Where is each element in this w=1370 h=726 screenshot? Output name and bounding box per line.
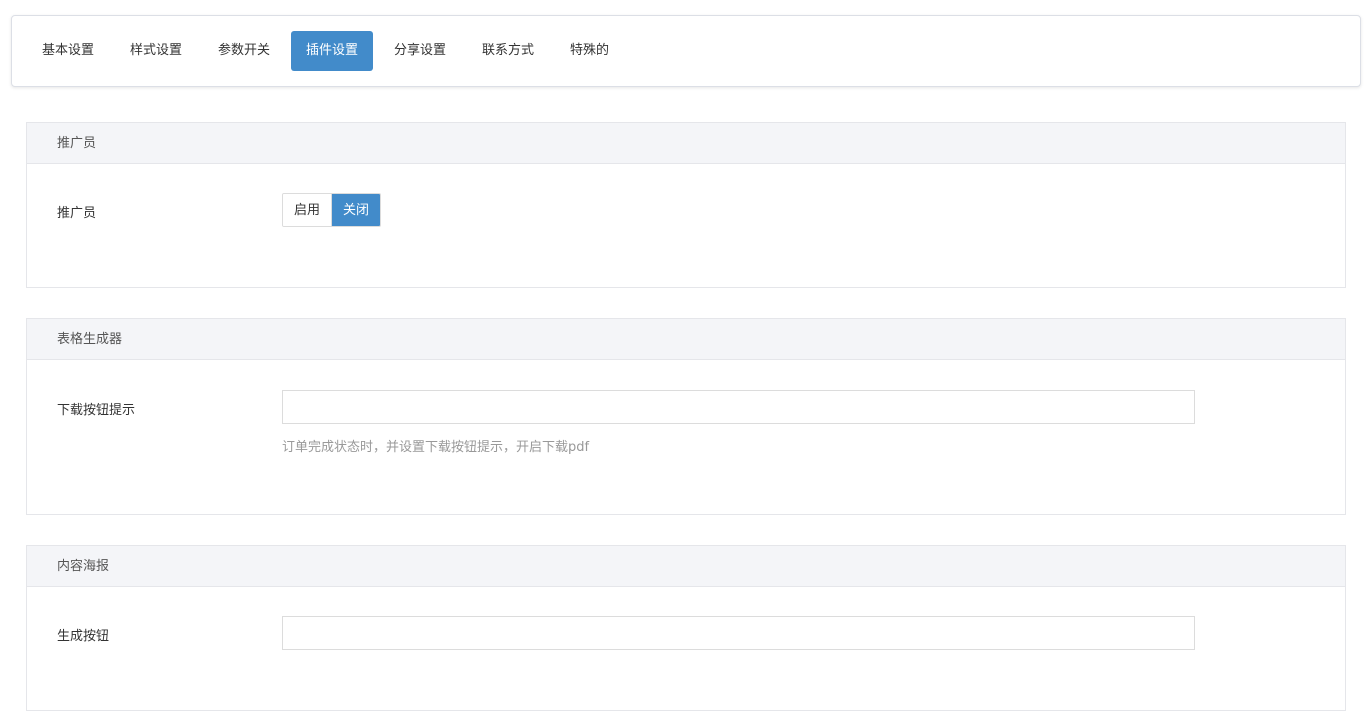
download-button-hint-input[interactable]: [282, 390, 1195, 424]
tab-plugin-settings[interactable]: 插件设置: [291, 31, 374, 71]
promoter-enable-button[interactable]: 启用: [283, 194, 332, 226]
tab-share-settings[interactable]: 分享设置: [379, 31, 461, 71]
content-poster-panel: 内容海报 生成按钮: [26, 545, 1346, 711]
table-generator-panel-heading: 表格生成器: [27, 319, 1345, 360]
promoter-panel-heading: 推广员: [27, 123, 1345, 164]
settings-tab-bar: 基本设置 样式设置 参数开关 插件设置 分享设置 联系方式 特殊的: [11, 15, 1361, 87]
promoter-toggle: 启用 关闭: [282, 193, 382, 227]
table-generator-panel: 表格生成器 下载按钮提示 订单完成状态时，并设置下载按钮提示，开启下载pdf: [26, 318, 1346, 515]
download-button-hint-label: 下载按钮提示: [57, 403, 136, 418]
promoter-disable-button[interactable]: 关闭: [331, 194, 381, 226]
download-button-hint-help: 订单完成状态时，并设置下载按钮提示，开启下载pdf: [282, 440, 590, 455]
tab-special[interactable]: 特殊的: [555, 31, 624, 71]
promoter-panel: 推广员 推广员 启用 关闭: [26, 122, 1346, 288]
tab-contact-info[interactable]: 联系方式: [467, 31, 549, 71]
promoter-label: 推广员: [57, 206, 97, 221]
generate-button-label: 生成按钮: [57, 629, 110, 644]
tab-style-settings[interactable]: 样式设置: [115, 31, 197, 71]
tab-basic-settings[interactable]: 基本设置: [27, 31, 109, 71]
content-poster-panel-heading: 内容海报: [27, 546, 1345, 587]
generate-button-input[interactable]: [282, 616, 1195, 650]
tab-parameter-switches[interactable]: 参数开关: [203, 31, 285, 71]
